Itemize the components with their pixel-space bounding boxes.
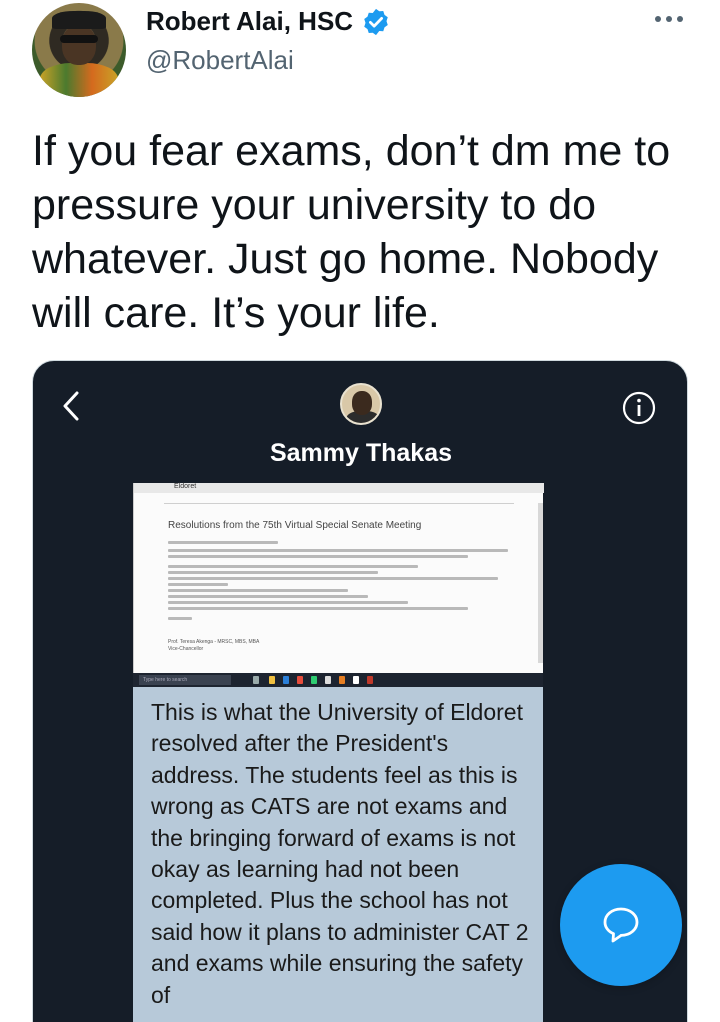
doc-line xyxy=(168,601,408,604)
doc-line xyxy=(168,589,348,592)
contact-avatar-head xyxy=(352,391,372,415)
taskbar-app-icon xyxy=(311,676,317,684)
taskbar-app-icon xyxy=(339,676,345,684)
doc-rule xyxy=(164,503,514,504)
doc-line xyxy=(168,595,368,598)
chat-message-bubble: This is what the University of Eldoret r… xyxy=(133,687,543,1022)
doc-line xyxy=(168,541,278,544)
author-avatar[interactable] xyxy=(32,3,126,97)
info-icon xyxy=(622,391,656,425)
taskbar-app-icon xyxy=(325,676,331,684)
doc-line xyxy=(168,549,508,552)
taskbar-app-icon xyxy=(367,676,373,684)
taskbar-app-icon xyxy=(353,676,359,684)
more-options-icon[interactable] xyxy=(652,6,686,32)
author-handle[interactable]: @RobertAlai xyxy=(146,45,294,76)
chat-message-text: This is what the University of Eldoret r… xyxy=(151,699,529,1008)
doc-line xyxy=(168,555,468,558)
author-name[interactable]: Robert Alai, HSC xyxy=(146,6,353,37)
taskbar-app-icon xyxy=(297,676,303,684)
doc-scrollbar xyxy=(538,503,543,663)
taskbar-search: Type here to search xyxy=(139,675,231,685)
taskbar-app-icon xyxy=(283,676,289,684)
doc-line xyxy=(168,577,498,580)
avatar-shirt xyxy=(40,63,118,97)
avatar-face xyxy=(62,25,96,65)
doc-heading: Resolutions from the 75th Virtual Specia… xyxy=(168,520,422,531)
doc-signature-title: Vice-Chancellor xyxy=(168,646,204,652)
doc-logo: Eldoret xyxy=(174,483,197,490)
verified-badge-icon xyxy=(364,8,388,36)
compose-reply-button[interactable] xyxy=(560,864,682,986)
windows-taskbar: Type here to search xyxy=(133,673,543,687)
doc-line xyxy=(168,617,192,620)
compose-reply-icon xyxy=(603,907,639,943)
doc-line xyxy=(168,607,468,610)
taskbar-app-icon xyxy=(269,676,275,684)
avatar-hat xyxy=(52,11,106,29)
taskbar-app-icon xyxy=(253,676,259,684)
avatar-glasses xyxy=(60,35,98,43)
doc-line xyxy=(168,565,418,568)
doc-line xyxy=(168,571,378,574)
chat-contact-name: Sammy Thakas xyxy=(269,439,453,467)
tweet-text: If you fear exams, don’t dm me to pressu… xyxy=(32,127,671,337)
doc-line xyxy=(168,583,228,586)
doc-signature: Prof. Teresa Akenga - MRSC, MBS, MBA xyxy=(168,639,260,645)
back-chevron-icon xyxy=(63,391,79,421)
document-screenshot: Eldoret Resolutions from the 75th Virtua… xyxy=(133,483,544,673)
contact-avatar xyxy=(340,383,382,425)
